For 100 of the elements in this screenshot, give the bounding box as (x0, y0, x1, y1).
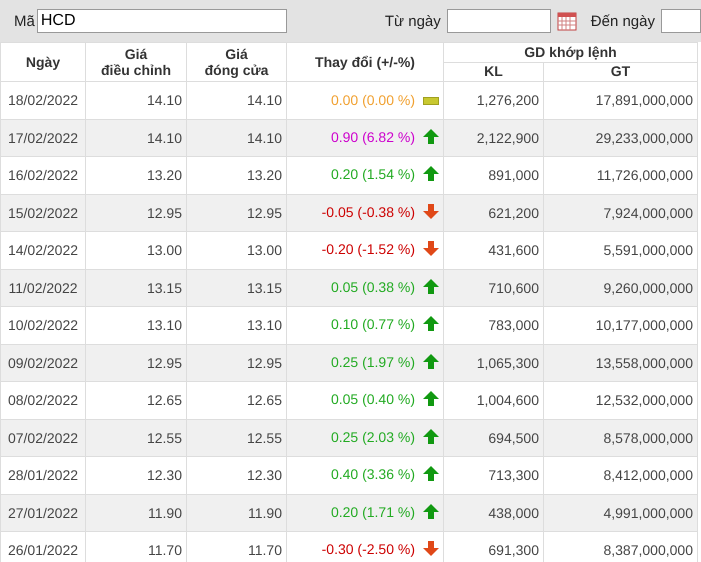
change-value: 0.20 (1.71 %) (330, 504, 415, 520)
table-cell: 27/01/2022 (0, 494, 86, 532)
table-cell: 1,004,600 (444, 382, 544, 419)
table-cell: 13.00 (186, 232, 286, 269)
table-cell: 10,177,000,000 (544, 306, 698, 344)
from-date-label: Từ ngày (384, 12, 441, 30)
code-label: Mã (14, 12, 35, 30)
table-cell: 12.95 (86, 194, 186, 232)
table-cell: 5,591,000,000 (544, 232, 698, 269)
table-cell: 783,000 (444, 306, 544, 344)
table-cell: 9,260,000,000 (544, 269, 698, 306)
table-cell: 16/02/2022 (0, 156, 86, 194)
up-arrow-icon (423, 504, 439, 519)
up-arrow-icon (423, 278, 439, 294)
up-arrow-icon (423, 316, 439, 332)
table-cell: 13.20 (186, 156, 286, 194)
change-value: -0.30 (-2.50 %) (322, 541, 415, 558)
up-arrow-icon (423, 428, 439, 444)
table-cell: 14.10 (186, 82, 286, 119)
table-cell: 621,200 (444, 194, 544, 232)
table-cell: 4,991,000,000 (544, 494, 698, 532)
column-header: Giá đóng cửa (186, 42, 286, 82)
table-cell: 12.30 (86, 456, 186, 494)
column-header: Ngày (0, 42, 86, 82)
table-cell: 11/02/2022 (0, 269, 86, 306)
table-cell: 17,891,000,000 (544, 82, 698, 119)
change-value: -0.05 (-0.38 %) (322, 204, 415, 220)
table-cell: 7,924,000,000 (544, 194, 698, 232)
change-value: 0.25 (1.97 %) (330, 354, 415, 370)
table-cell: 8,578,000,000 (544, 419, 698, 456)
table-cell: 14.10 (186, 119, 286, 156)
column-header: Giá điều chỉnh (86, 42, 186, 82)
to-date-label: Đến ngày (590, 12, 655, 30)
table-cell: 12.95 (186, 344, 286, 382)
from-date-field[interactable] (446, 9, 551, 33)
table-cell: 14/02/2022 (0, 232, 86, 269)
table-cell: 1,276,200 (444, 82, 544, 119)
table-cell: 08/02/2022 (0, 382, 86, 419)
change-value: 0.00 (0.00 %) (330, 92, 415, 108)
table-cell: 09/02/2022 (0, 344, 86, 382)
table-cell: 2,122,900 (444, 119, 544, 156)
column-header: Thay đổi (+/-%) (286, 42, 444, 82)
change-value: 0.25 (2.03 %) (330, 428, 415, 445)
table-cell: 18/02/2022 (0, 82, 86, 119)
down-arrow-icon (423, 204, 439, 219)
table-cell: 14.10 (86, 119, 186, 156)
table-cell: 1,065,300 (444, 344, 544, 382)
table-cell: 13.15 (186, 269, 286, 306)
down-arrow-icon (423, 241, 439, 256)
table-cell: 431,600 (444, 232, 544, 269)
table-cell: 13.00 (86, 232, 186, 269)
up-arrow-icon (423, 354, 439, 369)
flat-bar-icon (423, 97, 439, 106)
table-cell: 694,500 (444, 419, 544, 456)
change-value: 0.20 (1.54 %) (330, 166, 415, 182)
table-cell: 29,233,000,000 (544, 119, 698, 156)
table-cell: 13.10 (186, 306, 286, 344)
table-cell: 713,300 (444, 456, 544, 494)
table-cell: 10/02/2022 (0, 306, 86, 344)
table-cell: 13.15 (86, 269, 186, 306)
table-cell: 28/01/2022 (0, 456, 86, 494)
change-value: 0.05 (0.38 %) (330, 278, 415, 295)
up-arrow-icon (423, 466, 439, 482)
table-cell: 891,000 (444, 156, 544, 194)
table-cell: 8,412,000,000 (544, 456, 698, 494)
change-value: 0.40 (3.36 %) (330, 466, 415, 482)
table-cell: 15/02/2022 (0, 194, 86, 232)
table-cell: 11,726,000,000 (544, 156, 698, 194)
table-cell: 710,600 (444, 269, 544, 306)
column-header: GT (544, 62, 698, 82)
change-value: 0.10 (0.77 %) (330, 316, 415, 332)
table-cell: 12.95 (186, 194, 286, 232)
table-cell: 12.95 (86, 344, 186, 382)
table-cell: 12,532,000,000 (544, 382, 698, 419)
change-value: -0.20 (-1.52 %) (322, 241, 415, 258)
table-cell: 26/01/2022 (0, 532, 86, 562)
table-cell: 12.55 (86, 419, 186, 456)
table-cell: 17/02/2022 (0, 119, 86, 156)
table-cell: 13.20 (86, 156, 186, 194)
up-arrow-icon (423, 391, 439, 406)
table-cell: 12.65 (86, 382, 186, 419)
table-cell: 13,558,000,000 (544, 344, 698, 382)
table-cell: 12.30 (186, 456, 286, 494)
table-cell: 12.65 (186, 382, 286, 419)
table-cell: 12.55 (186, 419, 286, 456)
column-header: KL (444, 62, 544, 82)
calendar-icon[interactable] (556, 11, 577, 31)
code-field[interactable]: HCD (36, 9, 287, 33)
down-arrow-icon (423, 541, 439, 556)
change-value: 0.90 (6.82 %) (330, 128, 415, 145)
table-cell: 11.90 (186, 494, 286, 532)
change-value: 0.05 (0.40 %) (330, 391, 415, 408)
up-arrow-icon (423, 166, 439, 182)
table-cell: 14.10 (86, 82, 186, 119)
column-group-header: GD khớp lệnh (444, 42, 698, 62)
table-cell: 11.90 (86, 494, 186, 532)
table-cell: 07/02/2022 (0, 419, 86, 456)
table-cell: 438,000 (444, 494, 544, 532)
to-date-field[interactable] (661, 9, 701, 33)
up-arrow-icon (423, 128, 439, 144)
